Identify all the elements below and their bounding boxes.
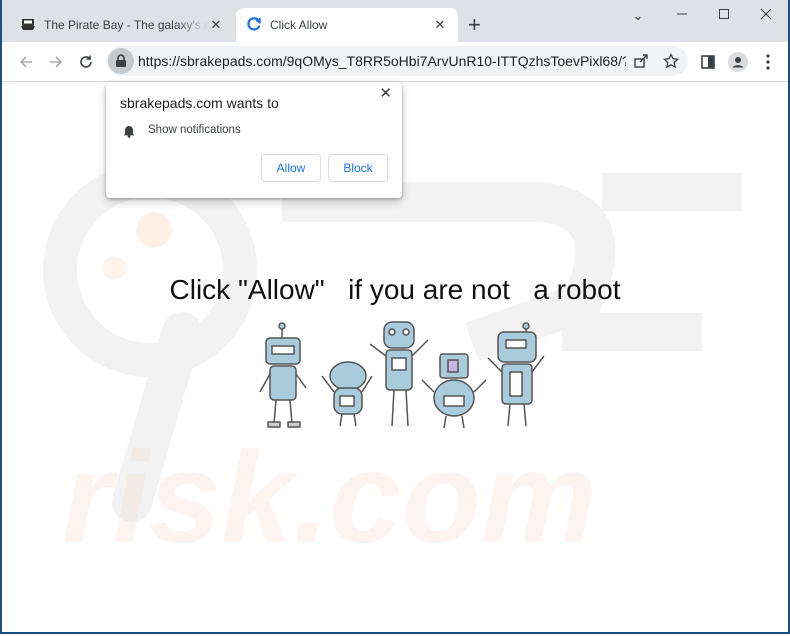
- block-button[interactable]: Block: [328, 154, 388, 182]
- bookmark-star-icon[interactable]: [662, 52, 680, 70]
- side-panel-icon[interactable]: [698, 52, 718, 72]
- new-tab-button[interactable]: +: [468, 14, 481, 36]
- bell-icon: [122, 124, 136, 143]
- allow-button[interactable]: Allow: [261, 154, 321, 182]
- robots-illustration: [259, 321, 545, 429]
- share-icon[interactable]: [632, 52, 650, 70]
- tab-pirate-bay[interactable]: The Pirate Bay - The galaxy's most resil…: [10, 8, 234, 42]
- tab-click-allow[interactable]: Click Allow ✕: [236, 8, 458, 42]
- forward-icon[interactable]: [46, 52, 66, 72]
- popup-close-icon[interactable]: ✕: [379, 84, 392, 102]
- back-icon[interactable]: [16, 52, 36, 72]
- tab-title: Click Allow: [270, 18, 328, 32]
- window-close-icon[interactable]: [756, 8, 776, 23]
- tab-close-icon[interactable]: ✕: [432, 17, 448, 33]
- popup-heading: sbrakepads.com wants to: [120, 95, 279, 111]
- loading-icon: [246, 16, 262, 35]
- reload-icon[interactable]: [76, 52, 96, 72]
- browser-window: The Pirate Bay - The galaxy's most resil…: [0, 0, 790, 634]
- tab-close-icon[interactable]: ✕: [208, 17, 224, 33]
- lock-icon[interactable]: [108, 48, 134, 74]
- tab-title: The Pirate Bay - The galaxy's most resil…: [44, 18, 208, 32]
- maximize-icon[interactable]: [714, 8, 734, 23]
- notification-permission-popup: sbrakepads.com wants to ✕ Show notificat…: [106, 82, 402, 198]
- permission-label: Show notifications: [148, 124, 241, 136]
- browser-toolbar: https://sbrakepads.com/9qOMys_T8RR5oHbi7…: [2, 42, 788, 82]
- url-text: https://sbrakepads.com/9qOMys_T8RR5oHbi7…: [138, 53, 626, 69]
- tab-strip: The Pirate Bay - The galaxy's most resil…: [2, 0, 788, 42]
- svg-text:risk.com: risk.com: [62, 424, 597, 570]
- minimize-icon[interactable]: [672, 8, 692, 23]
- pirate-ship-icon: [20, 16, 36, 35]
- menu-kebab-icon[interactable]: [758, 52, 778, 72]
- profile-avatar-icon[interactable]: [728, 52, 748, 72]
- page-headline: Click "Allow" if you are not a robot: [169, 274, 621, 305]
- address-bar[interactable]: https://sbrakepads.com/9qOMys_T8RR5oHbi7…: [106, 46, 688, 76]
- tab-search-icon[interactable]: ⌄: [628, 8, 648, 24]
